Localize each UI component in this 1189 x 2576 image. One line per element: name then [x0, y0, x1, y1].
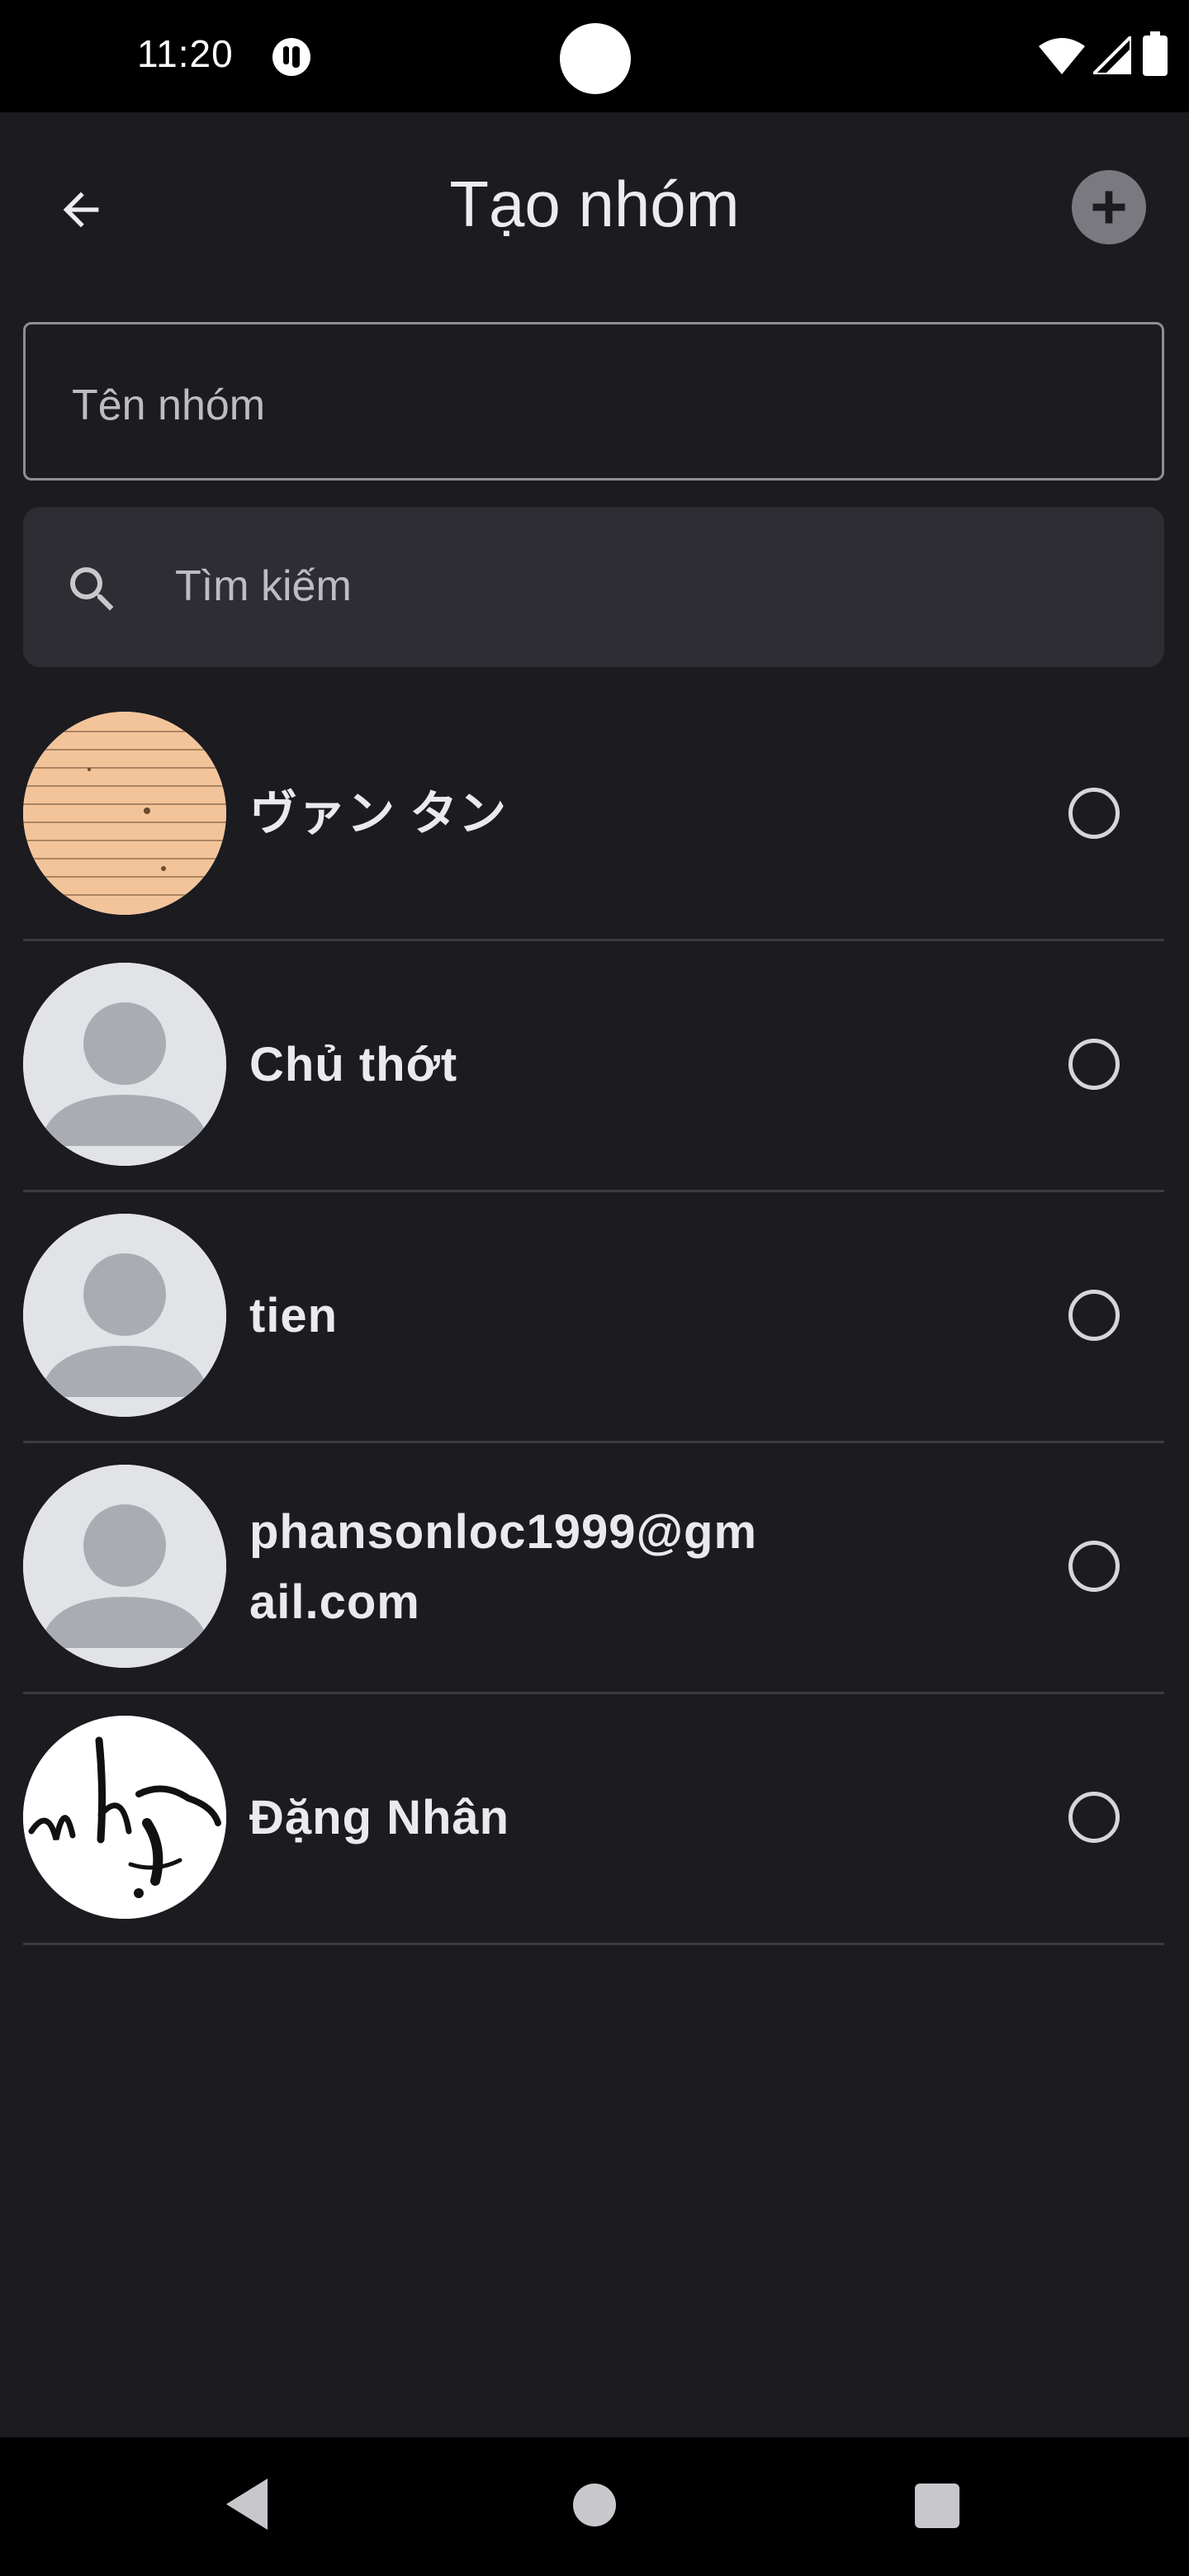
app-bar: Tạo nhóm — [0, 112, 1189, 302]
contact-name-line: phansonloc1999@gm — [249, 1505, 758, 1560]
avatar — [23, 1214, 226, 1417]
search-icon — [70, 567, 114, 611]
contact-name: ヴァン タン — [249, 787, 508, 841]
contact-list: ヴァン タン Chủ thớt tien phansonloc1999@gm a… — [23, 690, 1164, 1945]
avatar — [23, 1716, 226, 1919]
select-radio[interactable] — [1068, 1039, 1120, 1090]
add-group-button[interactable] — [1072, 170, 1146, 244]
select-radio[interactable] — [1068, 1792, 1120, 1843]
contact-name: Chủ thớt — [249, 1038, 458, 1092]
contact-row[interactable]: phansonloc1999@gm ail.com — [23, 1443, 1164, 1694]
wood-avatar-image — [23, 712, 226, 915]
avatar — [23, 1465, 226, 1668]
default-person-icon — [23, 1465, 226, 1668]
calligraphy-avatar-image — [23, 1716, 226, 1919]
battery-icon — [1143, 31, 1168, 76]
default-person-icon — [23, 963, 226, 1166]
select-radio[interactable] — [1068, 1541, 1120, 1592]
default-person-icon — [23, 1214, 226, 1417]
avatar — [23, 963, 226, 1166]
group-name-input[interactable]: Tên nhóm — [23, 322, 1164, 481]
plus-icon — [1092, 191, 1125, 224]
nav-home-icon[interactable] — [573, 2484, 616, 2526]
avatar — [23, 712, 226, 915]
status-bar: 11:20 — [0, 0, 1189, 112]
contact-name: phansonloc1999@gm ail.com — [249, 1443, 877, 1692]
app-notification-icon — [272, 38, 310, 76]
nav-recents-icon[interactable] — [915, 2484, 959, 2528]
camera-cutout — [560, 23, 631, 94]
select-radio[interactable] — [1068, 788, 1120, 839]
search-placeholder: Tìm kiếm — [175, 562, 352, 610]
select-radio[interactable] — [1068, 1290, 1120, 1341]
search-input[interactable]: Tìm kiếm — [23, 507, 1164, 667]
contact-row[interactable]: Đặng Nhân — [23, 1694, 1164, 1945]
contact-name: tien — [249, 1289, 339, 1343]
contact-row[interactable]: ヴァン タン — [23, 690, 1164, 941]
group-name-placeholder: Tên nhóm — [72, 381, 266, 429]
contact-name: Đặng Nhân — [249, 1791, 510, 1845]
status-time: 11:20 — [137, 32, 234, 75]
contact-row[interactable]: Chủ thớt — [23, 941, 1164, 1192]
contact-name-line: ail.com — [249, 1574, 420, 1629]
page-title: Tạo nhóm — [449, 168, 740, 240]
signal-icon — [1093, 36, 1131, 74]
contact-row[interactable]: tien — [23, 1192, 1164, 1443]
navigation-bar — [0, 2437, 1189, 2576]
nav-back-icon[interactable] — [223, 2475, 272, 2533]
wifi-icon — [1039, 38, 1085, 74]
